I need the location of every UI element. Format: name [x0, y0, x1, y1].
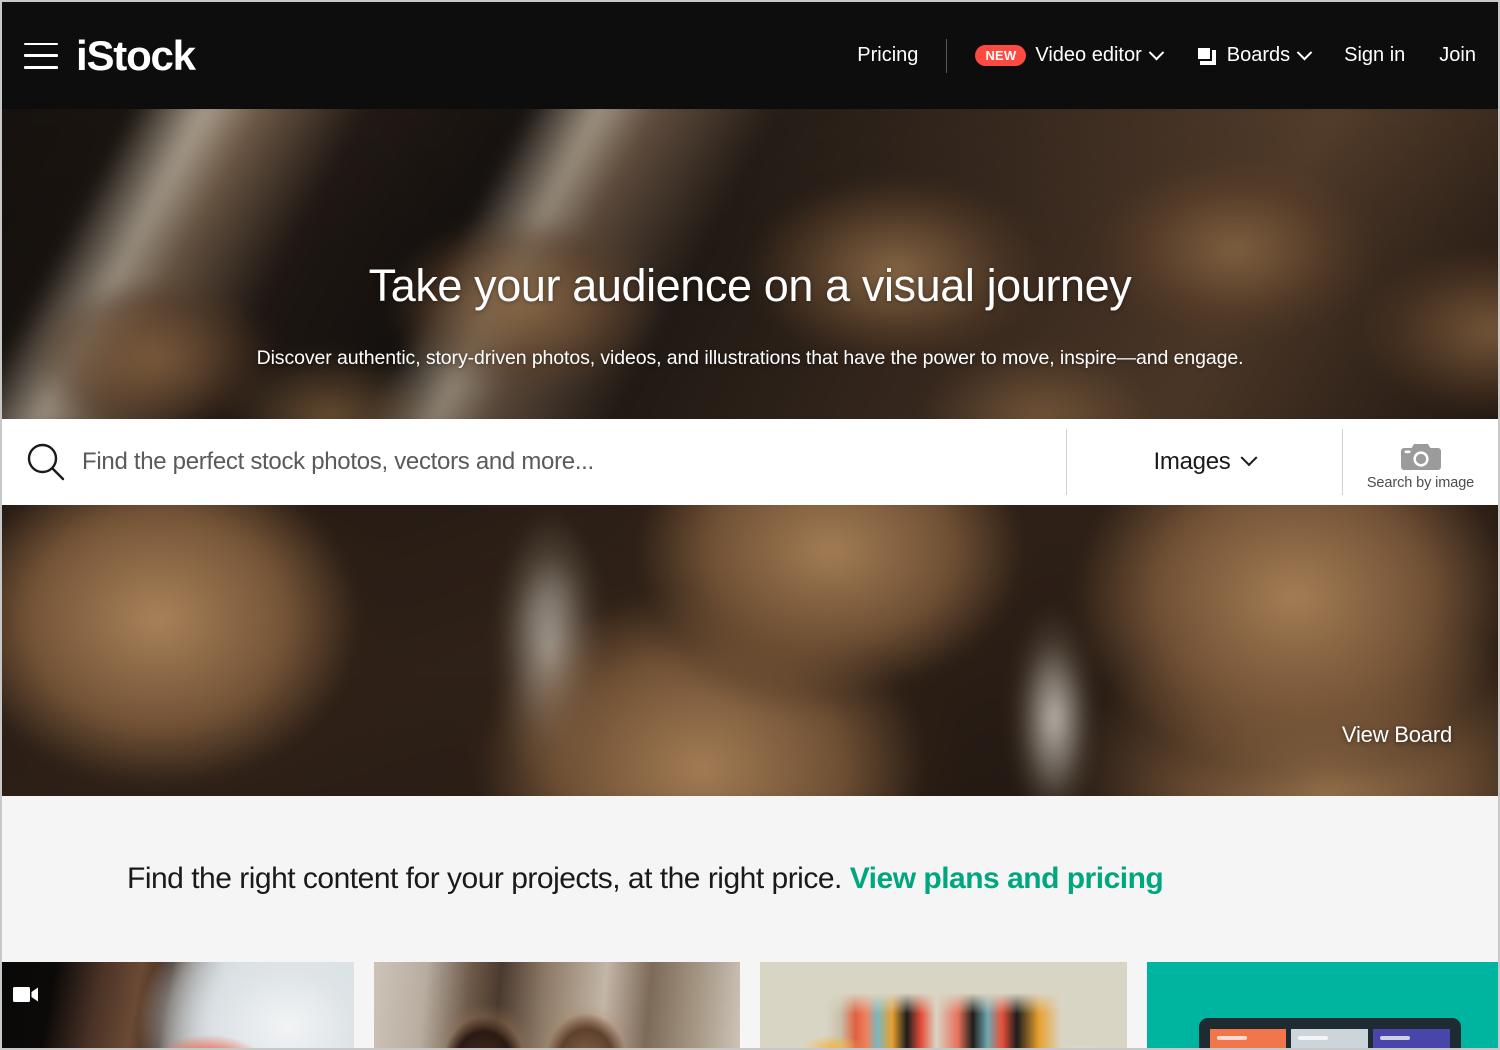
nav-sign-in-label: Sign in: [1344, 44, 1406, 66]
video-tile-1: [1209, 1029, 1287, 1048]
laptop-illustration: [1198, 1018, 1461, 1048]
nav-boards-label: Boards: [1226, 44, 1291, 66]
search-input[interactable]: [82, 448, 1066, 476]
hamburger-bar: [24, 42, 58, 45]
view-plans-and-pricing-link[interactable]: View plans and pricing: [850, 862, 1164, 895]
nav-link-pricing[interactable]: Pricing: [857, 44, 918, 67]
search-by-image-label: Search by image: [1366, 474, 1475, 491]
camera-icon: [1400, 443, 1441, 470]
site-header: iStock Pricing NEW Video editor Boards S…: [2, 2, 1498, 109]
nav-link-join[interactable]: Join: [1439, 44, 1476, 67]
boards-icon: [1195, 45, 1218, 66]
nav-video-editor-label: Video editor: [1035, 44, 1142, 66]
search-icon: [27, 443, 65, 481]
istock-homepage: iStock Pricing NEW Video editor Boards S…: [0, 0, 1500, 1050]
search-type-label: Images: [1153, 448, 1231, 475]
nav-item-boards[interactable]: Boards: [1195, 44, 1313, 67]
video-tile-1-nameplate: [1216, 1036, 1247, 1040]
hero-subtitle: Discover authentic, story-driven photos,…: [256, 346, 1244, 369]
hamburger-icon[interactable]: [24, 42, 58, 69]
pricing-headline: Find the right content for your projects…: [127, 862, 1164, 896]
video-camera-glyph: [13, 987, 38, 1002]
video-tile-2: [1291, 1029, 1369, 1048]
card-kayaker-video[interactable]: [2, 962, 354, 1048]
istock-logo[interactable]: iStock: [76, 34, 196, 77]
card-tokyo-illustration[interactable]: [760, 962, 1127, 1048]
hero-copy: Take your audience on a visual journey D…: [2, 261, 1498, 370]
nav-pricing-label: Pricing: [857, 44, 919, 66]
hero-top: Take your audience on a visual journey D…: [2, 109, 1498, 419]
boards-icon-front: [1195, 45, 1212, 61]
hero-bottom: View Board: [2, 505, 1498, 796]
hero-bottom-overlay: [2, 505, 1498, 796]
card-two-men-portrait[interactable]: [373, 962, 740, 1048]
search-by-image-button[interactable]: Search by image: [1343, 419, 1498, 505]
card-video-call-illustration[interactable]: [1146, 962, 1498, 1048]
chevron-down-icon: [1148, 44, 1165, 61]
hero-title: Take your audience on a visual journey: [368, 260, 1132, 311]
nav-link-sign-in[interactable]: Sign in: [1344, 44, 1405, 67]
video-icon: [9, 982, 43, 1007]
new-badge: NEW: [975, 45, 1027, 66]
search-type-select[interactable]: Images: [1067, 419, 1342, 505]
pricing-headline-text: Find the right content for your projects…: [127, 862, 842, 895]
hamburger-bar: [24, 66, 58, 69]
video-tile-3-nameplate: [1380, 1036, 1411, 1040]
search-field[interactable]: [2, 419, 1066, 505]
chevron-down-icon: [1296, 44, 1313, 61]
video-tile-2-nameplate: [1298, 1036, 1329, 1040]
nav-divider: [946, 38, 948, 73]
video-tile-3: [1373, 1029, 1450, 1048]
hamburger-bar: [24, 54, 58, 57]
pricing-section: Find the right content for your projects…: [2, 796, 1498, 962]
chevron-down-icon: [1240, 449, 1258, 467]
nav-item-video-editor[interactable]: NEW Video editor: [975, 44, 1165, 67]
view-board-link[interactable]: View Board: [1342, 722, 1452, 748]
search-bar: Images Search by image: [2, 419, 1498, 505]
main-nav: Pricing NEW Video editor Boards Sign in: [857, 38, 1476, 73]
card-tokyo-sky: [760, 962, 1127, 1048]
nav-join-label: Join: [1439, 44, 1476, 66]
featured-cards-row: [2, 962, 1498, 1048]
